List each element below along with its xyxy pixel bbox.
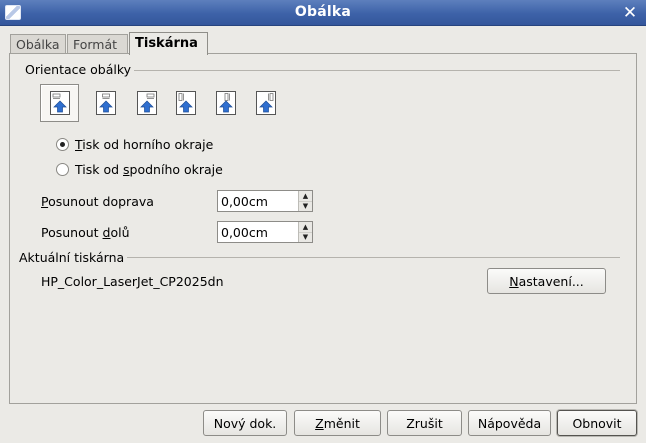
orientation-heading: Orientace obálky bbox=[25, 62, 132, 77]
orientation-option-6[interactable] bbox=[246, 84, 285, 122]
radio-print-from-top-label: Tisk od horního okraje bbox=[75, 136, 214, 152]
change-button[interactable]: Změnit bbox=[294, 410, 381, 436]
envelope-orientation-icon-4 bbox=[175, 91, 196, 115]
radio-print-from-bottom-label: Tisk od spodního okraje bbox=[75, 161, 223, 177]
orientation-option-3[interactable] bbox=[127, 84, 166, 122]
envelope-orientation-icon-6 bbox=[255, 91, 276, 115]
orientation-option-1[interactable] bbox=[40, 84, 79, 122]
shift-down-spinbox[interactable]: ▲ ▼ bbox=[217, 221, 313, 243]
tab-format[interactable]: Formát bbox=[67, 34, 128, 54]
envelope-orientation-icon-3 bbox=[136, 91, 157, 115]
spin-down-icon[interactable]: ▼ bbox=[299, 201, 312, 211]
shift-right-label: Posunout doprava bbox=[41, 194, 154, 209]
dialog-window: Obálka ✕ Obálka Formát Tiskárna Orientac… bbox=[0, 0, 646, 443]
orientation-separator bbox=[134, 70, 620, 71]
printer-heading: Aktuální tiskárna bbox=[19, 250, 125, 265]
shift-down-label: Posunout dolů bbox=[41, 225, 130, 240]
reset-button[interactable]: Obnovit bbox=[557, 410, 637, 436]
tab-printer[interactable]: Tiskárna bbox=[129, 32, 208, 55]
radio-print-from-top[interactable]: Tisk od horního okraje bbox=[56, 135, 213, 153]
printer-name: HP_Color_LaserJet_CP2025dn bbox=[41, 274, 224, 289]
cancel-button[interactable]: Zrušit bbox=[387, 410, 462, 436]
printer-separator bbox=[127, 257, 620, 258]
shift-right-input[interactable] bbox=[218, 191, 298, 211]
orientation-option-4[interactable] bbox=[166, 84, 205, 122]
new-document-button[interactable]: Nový dok. bbox=[203, 410, 287, 436]
envelope-orientation-icon-1 bbox=[49, 91, 70, 115]
help-button[interactable]: Nápověda bbox=[468, 410, 551, 436]
shift-right-spinbox[interactable]: ▲ ▼ bbox=[217, 190, 313, 212]
envelope-orientation-icon-2 bbox=[95, 91, 116, 115]
orientation-option-5[interactable] bbox=[206, 84, 245, 122]
close-icon[interactable]: ✕ bbox=[620, 3, 640, 23]
spin-up-icon[interactable]: ▲ bbox=[299, 222, 312, 233]
tab-envelope[interactable]: Obálka bbox=[10, 34, 66, 54]
radio-button-unchecked[interactable] bbox=[56, 162, 69, 176]
window-title: Obálka bbox=[294, 4, 352, 20]
orientation-option-2[interactable] bbox=[86, 84, 125, 122]
spin-up-icon[interactable]: ▲ bbox=[299, 191, 312, 202]
title-bar[interactable]: Obálka ✕ bbox=[0, 0, 646, 26]
spin-down-icon[interactable]: ▼ bbox=[299, 232, 312, 242]
shift-down-input[interactable] bbox=[218, 222, 298, 242]
printer-settings-button[interactable]: Nastavení... bbox=[487, 268, 606, 294]
radio-button-checked[interactable] bbox=[56, 137, 69, 151]
radio-print-from-bottom[interactable]: Tisk od spodního okraje bbox=[56, 160, 223, 178]
envelope-orientation-icon-5 bbox=[215, 91, 236, 115]
